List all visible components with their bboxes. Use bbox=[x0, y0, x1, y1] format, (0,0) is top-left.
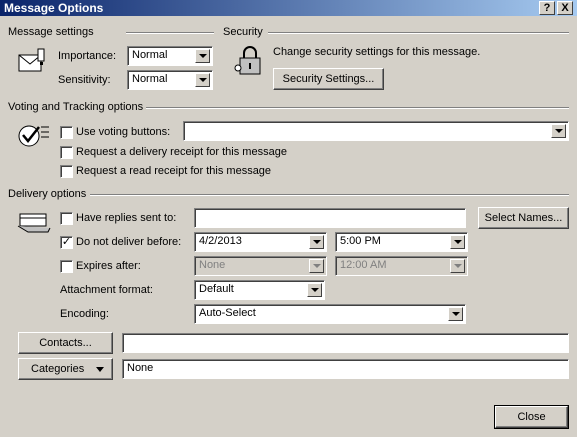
importance-select[interactable]: Normal bbox=[127, 46, 213, 66]
do-not-deliver-checkbox[interactable]: ✓ bbox=[60, 236, 73, 249]
expires-after-label: Expires after: bbox=[76, 260, 141, 272]
do-not-deliver-time: 5:00 PM bbox=[340, 235, 381, 247]
delivery-icon bbox=[17, 213, 51, 233]
categories-button[interactable]: Categories bbox=[18, 358, 113, 380]
chevron-down-icon[interactable] bbox=[195, 73, 210, 87]
use-voting-label: Use voting buttons: bbox=[76, 126, 171, 138]
message-settings-icon bbox=[18, 48, 45, 72]
do-not-deliver-label: Do not deliver before: bbox=[76, 236, 182, 248]
importance-label: Importance: bbox=[58, 50, 117, 62]
sensitivity-value: Normal bbox=[132, 73, 168, 85]
chevron-down-icon[interactable] bbox=[450, 235, 465, 249]
have-replies-checkbox[interactable] bbox=[60, 212, 73, 225]
chevron-down-icon[interactable] bbox=[448, 307, 463, 321]
categories-input[interactable]: None bbox=[122, 359, 569, 379]
divider bbox=[90, 194, 569, 196]
replies-to-input[interactable] bbox=[194, 208, 466, 228]
security-description: Change security settings for this messag… bbox=[273, 46, 481, 58]
delivery-receipt-label: Request a delivery receipt for this mess… bbox=[76, 146, 287, 158]
security-lock-icon bbox=[234, 46, 261, 75]
chevron-down-icon[interactable] bbox=[309, 235, 324, 249]
divider bbox=[146, 107, 569, 109]
message-settings-header: Message settings bbox=[8, 26, 94, 38]
sensitivity-label: Sensitivity: bbox=[58, 74, 111, 86]
attachment-format-select[interactable]: Default bbox=[194, 280, 325, 300]
divider bbox=[126, 32, 214, 34]
have-replies-label: Have replies sent to: bbox=[76, 212, 177, 224]
voting-buttons-input[interactable] bbox=[183, 121, 569, 141]
expires-date: None bbox=[199, 259, 226, 271]
expires-time: 12:00 AM bbox=[340, 259, 387, 271]
encoding-select[interactable]: Auto-Select bbox=[194, 304, 466, 324]
importance-value: Normal bbox=[132, 49, 168, 61]
security-settings-button[interactable]: Security Settings... bbox=[273, 68, 384, 90]
help-button[interactable]: ? bbox=[539, 1, 555, 15]
close-window-button[interactable]: X bbox=[557, 1, 573, 15]
do-not-deliver-date-select[interactable]: 4/2/2013 bbox=[194, 232, 327, 252]
select-names-button[interactable]: Select Names... bbox=[478, 207, 569, 229]
contacts-input[interactable] bbox=[122, 333, 569, 353]
divider bbox=[268, 32, 569, 34]
voting-header: Voting and Tracking options bbox=[8, 101, 144, 113]
delivery-receipt-checkbox[interactable] bbox=[60, 146, 73, 159]
chevron-down-icon[interactable] bbox=[450, 259, 465, 273]
do-not-deliver-date: 4/2/2013 bbox=[199, 235, 242, 247]
expires-after-checkbox[interactable] bbox=[60, 260, 73, 273]
expires-date-select[interactable]: None bbox=[194, 256, 327, 276]
close-button[interactable]: Close bbox=[494, 405, 569, 429]
read-receipt-checkbox[interactable] bbox=[60, 165, 73, 178]
chevron-down-icon[interactable] bbox=[307, 283, 322, 297]
categories-button-label: Categories bbox=[31, 363, 85, 375]
encoding-label: Encoding: bbox=[60, 308, 109, 320]
delivery-header: Delivery options bbox=[8, 188, 87, 200]
do-not-deliver-time-select[interactable]: 5:00 PM bbox=[335, 232, 468, 252]
voting-icon bbox=[18, 125, 49, 147]
use-voting-checkbox[interactable] bbox=[60, 126, 73, 139]
encoding-value: Auto-Select bbox=[199, 307, 256, 319]
read-receipt-label: Request a read receipt for this message bbox=[76, 165, 272, 177]
chevron-down-icon[interactable] bbox=[195, 49, 210, 63]
security-header: Security bbox=[223, 26, 263, 38]
title-bar: Message Options ? X bbox=[0, 0, 577, 16]
attachment-format-label: Attachment format: bbox=[60, 284, 153, 296]
contacts-button[interactable]: Contacts... bbox=[18, 332, 113, 354]
expires-time-select[interactable]: 12:00 AM bbox=[335, 256, 468, 276]
attachment-format-value: Default bbox=[199, 283, 234, 295]
chevron-down-icon[interactable] bbox=[309, 259, 324, 273]
chevron-down-icon[interactable] bbox=[551, 124, 566, 138]
sensitivity-select[interactable]: Normal bbox=[127, 70, 213, 90]
window-title: Message Options bbox=[4, 1, 104, 15]
